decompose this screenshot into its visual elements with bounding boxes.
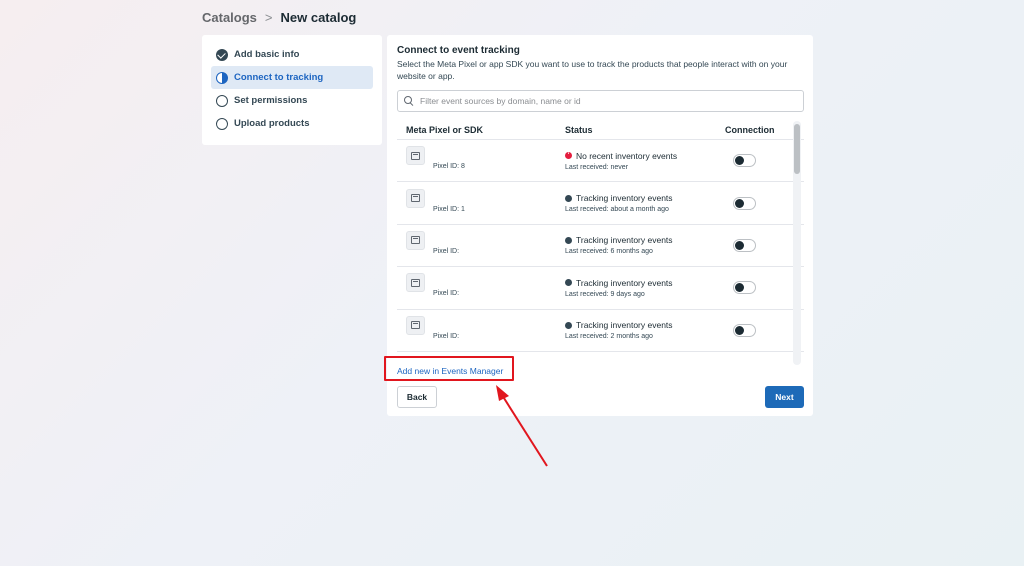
pixel-cell: Pixel ID: 8 [397,146,565,171]
search-icon [404,96,414,106]
status-dot-icon [565,321,572,329]
connection-toggle[interactable] [733,238,756,252]
connection-toggle[interactable] [733,196,756,210]
annotation-highlight-box [384,356,514,381]
pixel-cell: Pixel ID: [397,315,565,340]
status-text: Tracking inventory events [576,235,673,246]
status-cell: Tracking inventory events Last received:… [565,235,725,255]
status-cell: Tracking inventory events Last received:… [565,278,725,298]
step-connect-to-tracking[interactable]: Connect to tracking [211,66,373,89]
step-set-permissions[interactable]: Set permissions [211,89,373,112]
table-row: Pixel ID: Tracking inventory events Last… [397,267,804,310]
step-add-basic-info[interactable]: Add basic info [211,43,373,66]
column-header-pixel: Meta Pixel or SDK [406,125,484,135]
step-label: Set permissions [234,95,308,106]
event-sources-table: Meta Pixel or SDK Status Connection Pixe… [397,121,804,365]
chevron-right-icon: > [264,10,273,25]
connection-toggle[interactable] [733,323,756,337]
pixel-id: Pixel ID: 1 [433,205,465,213]
step-label: Connect to tracking [234,72,324,83]
table-row: Pixel ID: 8 No recent inventory events L… [397,140,804,183]
pixel-code-icon [406,146,425,166]
table-row: Pixel ID: Tracking inventory events Last… [397,310,804,352]
step-label: Add basic info [234,49,300,60]
step-label: Upload products [234,118,310,129]
pixel-cell: Pixel ID: [397,273,565,298]
pixel-code-icon [406,273,425,293]
status-cell: Tracking inventory events Last received:… [565,193,725,213]
connection-toggle[interactable] [733,281,756,295]
back-button[interactable]: Back [397,386,437,408]
last-received: Last received: 6 months ago [565,248,653,256]
column-header-connection: Connection [725,125,775,135]
status-cell: Tracking inventory events Last received:… [565,320,725,340]
scroll-thumb[interactable] [794,124,800,174]
steps-sidebar: Add basic info Connect to tracking Set p… [202,35,382,145]
pixel-code-icon [406,315,425,335]
status-dot-icon [565,279,572,287]
panel-description: Select the Meta Pixel or app SDK you wan… [397,59,788,81]
status-dot-icon [565,194,572,202]
pixel-id: Pixel ID: [433,290,460,298]
breadcrumb-catalogs-link[interactable]: Catalogs [202,10,257,25]
pixel-cell: Pixel ID: [397,230,565,255]
pixel-code-icon [406,188,425,208]
half-circle-icon [216,71,228,84]
pixel-code-icon [406,230,425,250]
status-text: Tracking inventory events [576,193,673,204]
breadcrumb: Catalogs > New catalog [202,10,356,25]
status-text: Tracking inventory events [576,277,673,288]
pixel-id: Pixel ID: [433,332,460,340]
pixel-id: Pixel ID: 8 [433,163,465,171]
next-button[interactable]: Next [765,386,804,408]
step-upload-products[interactable]: Upload products [211,112,373,135]
status-text: No recent inventory events [576,150,678,161]
page-title: New catalog [280,10,357,25]
status-text: Tracking inventory events [576,320,673,331]
empty-circle-icon [216,94,228,107]
last-received: Last received: 9 days ago [565,290,645,298]
last-received: Last received: never [565,163,629,171]
panel-title: Connect to event tracking [397,45,520,56]
table-row: Pixel ID: 1 Tracking inventory events La… [397,182,804,225]
last-received: Last received: about a month ago [565,206,669,214]
check-circle-icon [216,48,228,61]
empty-circle-icon [216,117,228,130]
search-box[interactable] [397,90,804,112]
table-header: Meta Pixel or SDK Status Connection [397,121,804,140]
table-row: Pixel ID: Tracking inventory events Last… [397,225,804,268]
connection-toggle[interactable] [733,154,756,168]
status-cell: No recent inventory events Last received… [565,150,725,171]
warning-status-icon [565,150,572,160]
table-scrollbar[interactable] [793,121,801,365]
pixel-cell: Pixel ID: 1 [397,188,565,213]
last-received: Last received: 2 months ago [565,333,653,341]
pixel-id: Pixel ID: [433,247,460,255]
column-header-status: Status [565,125,593,135]
status-dot-icon [565,236,572,244]
search-input[interactable] [420,96,790,106]
